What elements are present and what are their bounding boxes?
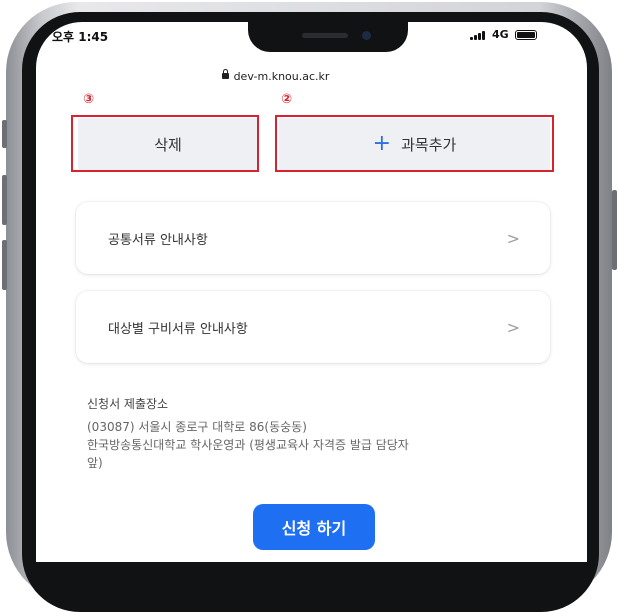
- common-documents-card[interactable]: 공통서류 안내사항 >: [76, 202, 550, 274]
- signal-icon: [470, 30, 486, 40]
- camera-icon: [362, 31, 371, 40]
- speaker-grille: [302, 33, 348, 38]
- annotation-highlight-add: [275, 115, 554, 172]
- status-time: 오후 1:45: [52, 30, 109, 44]
- annotation-highlight-delete: [71, 115, 259, 172]
- phone-side-button: [2, 120, 7, 148]
- address-line-1: (03087) 서울시 종로구 대학로 86(동숭동): [87, 420, 307, 434]
- battery-icon: [514, 29, 537, 40]
- phone-volume-up-button: [2, 175, 7, 225]
- address-line-3: 앞): [87, 456, 103, 470]
- submission-heading: 신청서 제출장소: [87, 397, 169, 411]
- chevron-right-icon: >: [506, 317, 520, 337]
- target-documents-card[interactable]: 대상별 구비서류 안내사항 >: [76, 291, 550, 363]
- card-label: 대상별 구비서류 안내사항: [108, 321, 248, 337]
- address-line-2: 한국방송통신대학교 학사운영과 (평생교육사 자격증 발급 담당자: [87, 438, 409, 452]
- chevron-right-icon: >: [506, 228, 520, 248]
- notch: [248, 22, 408, 52]
- annotation-marker-2: ②: [281, 92, 293, 107]
- annotation-marker-3: ③: [83, 92, 95, 107]
- phone-power-button: [612, 190, 617, 270]
- status-indicators: 4G: [470, 28, 537, 41]
- url-bar[interactable]: dev-m.knou.ac.kr: [0, 69, 551, 83]
- phone-volume-down-button: [2, 240, 7, 290]
- submit-application-button[interactable]: 신청 하기: [253, 504, 375, 550]
- lock-icon: [221, 69, 229, 79]
- submit-button-label: 신청 하기: [281, 519, 347, 538]
- url-text: dev-m.knou.ac.kr: [233, 70, 330, 83]
- network-label: 4G: [492, 28, 509, 41]
- card-label: 공통서류 안내사항: [108, 232, 208, 248]
